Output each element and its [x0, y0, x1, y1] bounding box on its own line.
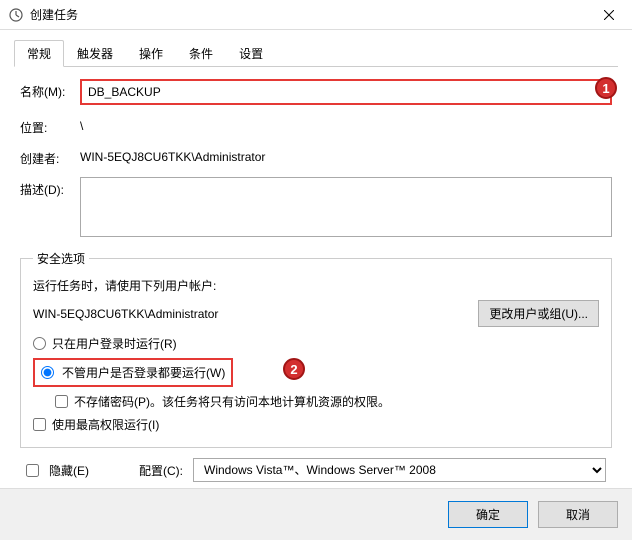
close-button[interactable] — [586, 0, 632, 30]
change-user-button[interactable]: 更改用户或组(U)... — [478, 300, 599, 327]
annotation-marker-1: 1 — [595, 77, 617, 99]
tab-strip: 常规 触发器 操作 条件 设置 — [14, 40, 618, 67]
run-as-prompt: 运行任务时，请使用下列用户帐户: — [33, 277, 599, 294]
description-label: 描述(D): — [20, 177, 80, 198]
radio-any-time[interactable] — [41, 366, 54, 379]
description-input[interactable] — [80, 177, 612, 237]
tab-general[interactable]: 常规 — [14, 40, 64, 67]
dialog-footer: 确定 取消 — [0, 488, 632, 540]
tab-settings[interactable]: 设置 — [226, 40, 276, 67]
cancel-button[interactable]: 取消 — [538, 501, 618, 528]
location-label: 位置: — [20, 115, 80, 136]
tab-conditions[interactable]: 条件 — [176, 40, 226, 67]
radio-logged-on-label: 只在用户登录时运行(R) — [52, 335, 177, 352]
check-hidden-label: 隐藏(E) — [49, 462, 89, 479]
tab-actions[interactable]: 操作 — [126, 40, 176, 67]
check-no-store-pwd[interactable] — [55, 395, 68, 408]
run-as-account: WIN-5EQJ8CU6TKK\Administrator — [33, 307, 470, 321]
radio-logged-on[interactable] — [33, 337, 46, 350]
radio-any-time-label: 不管用户是否登录都要运行(W) — [62, 364, 225, 381]
tab-page-general: 名称(M): 1 位置: \ 创建者: WIN-5EQJ8CU6TKK\Admi… — [14, 67, 618, 482]
configure-for-label: 配置(C): — [139, 462, 183, 479]
app-icon — [8, 7, 24, 23]
tab-triggers[interactable]: 触发器 — [64, 40, 126, 67]
window-title: 创建任务 — [30, 6, 586, 23]
creator-value: WIN-5EQJ8CU6TKK\Administrator — [80, 146, 612, 164]
security-legend: 安全选项 — [33, 250, 89, 267]
dialog-content: 常规 触发器 操作 条件 设置 名称(M): 1 位置: \ 创建者: WIN-… — [0, 30, 632, 482]
location-value: \ — [80, 115, 612, 133]
check-no-store-pwd-label: 不存储密码(P)。该任务将只有访问本地计算机资源的权限。 — [74, 393, 390, 410]
annotation-marker-2: 2 — [283, 358, 305, 380]
security-options-group: 安全选项 运行任务时，请使用下列用户帐户: WIN-5EQJ8CU6TKK\Ad… — [20, 250, 612, 448]
creator-label: 创建者: — [20, 146, 80, 167]
name-input[interactable] — [80, 79, 612, 105]
close-icon — [604, 10, 614, 20]
check-hidden[interactable] — [26, 464, 39, 477]
configure-for-select[interactable]: Windows Vista™、Windows Server™ 2008 — [193, 458, 606, 482]
title-bar: 创建任务 — [0, 0, 632, 30]
ok-button[interactable]: 确定 — [448, 501, 528, 528]
check-highest-priv-label: 使用最高权限运行(I) — [52, 416, 159, 433]
check-highest-priv[interactable] — [33, 418, 46, 431]
name-label: 名称(M): — [20, 79, 80, 100]
